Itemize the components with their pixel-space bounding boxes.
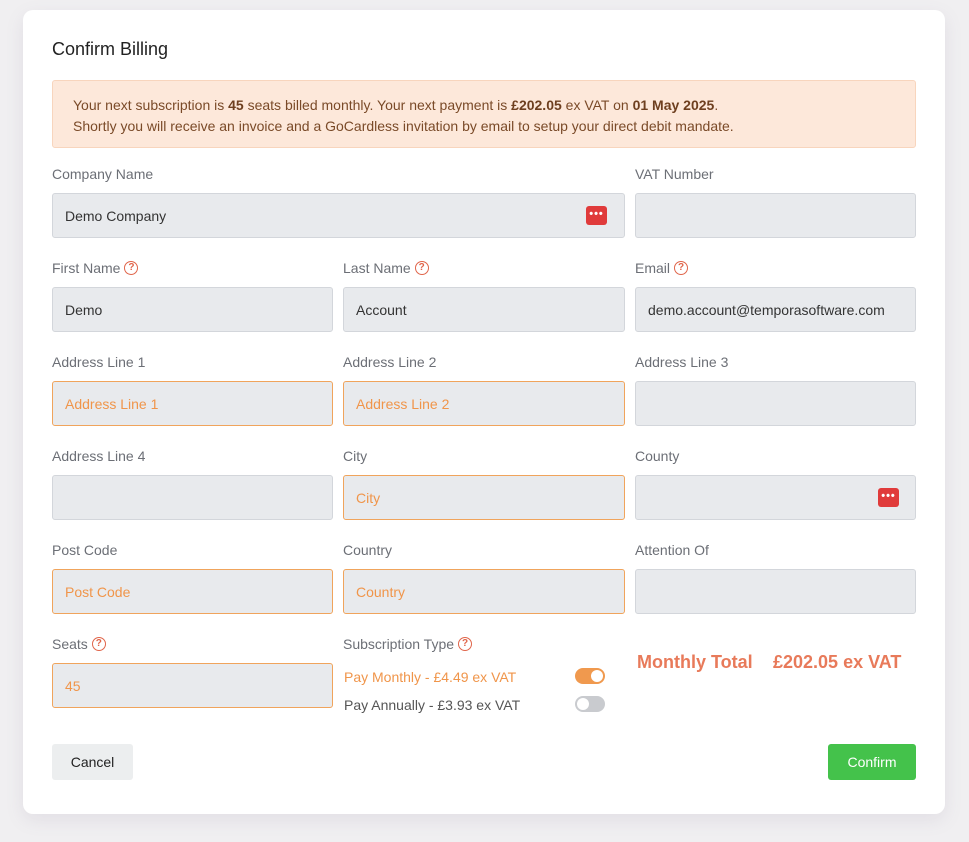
- confirm-button[interactable]: Confirm: [828, 744, 916, 780]
- question-circle-icon[interactable]: ?: [674, 261, 689, 275]
- pay-monthly-label: Pay Monthly - £4.49 ex VAT: [344, 669, 517, 685]
- pay-annually-label: Pay Annually - £3.93 ex VAT: [344, 697, 521, 713]
- post-code-input[interactable]: [52, 569, 333, 614]
- monthly-total-label: Monthly Total: [637, 652, 753, 672]
- notice-amount: £202.05: [511, 97, 562, 113]
- last-name-input[interactable]: [343, 287, 625, 332]
- vat-number-input[interactable]: [635, 193, 916, 238]
- company-name-input[interactable]: [52, 193, 625, 238]
- city-label: City: [343, 448, 368, 464]
- notice-line-1: Your next subscription is 45 seats bille…: [73, 97, 719, 113]
- pay-monthly-toggle[interactable]: [575, 668, 605, 684]
- email-label: Email?: [635, 260, 689, 276]
- billing-notice: Your next subscription is 45 seats bille…: [52, 80, 916, 148]
- question-circle-icon[interactable]: ?: [124, 261, 139, 275]
- password-manager-icon[interactable]: •••: [878, 488, 899, 507]
- subscription-type-label: Subscription Type?: [343, 636, 473, 652]
- county-label: County: [635, 448, 680, 464]
- toggle-knob: [591, 670, 603, 682]
- email-input[interactable]: [635, 287, 916, 332]
- country-label: Country: [343, 542, 393, 558]
- cancel-button[interactable]: Cancel: [52, 744, 133, 780]
- city-input[interactable]: [343, 475, 625, 520]
- question-circle-icon[interactable]: ?: [414, 261, 429, 275]
- address-line-3-label: Address Line 3: [635, 354, 729, 370]
- address-line-4-label: Address Line 4: [52, 448, 146, 464]
- notice-date: 01 May 2025: [632, 97, 715, 113]
- last-name-label: Last Name?: [343, 260, 429, 276]
- attention-of-label: Attention Of: [635, 542, 709, 558]
- pay-annually-toggle[interactable]: [575, 696, 605, 712]
- first-name-input[interactable]: [52, 287, 333, 332]
- company-name-label: Company Name: [52, 166, 154, 182]
- post-code-label: Post Code: [52, 542, 118, 558]
- address-line-2-label: Address Line 2: [343, 354, 437, 370]
- address-line-1-label: Address Line 1: [52, 354, 146, 370]
- seats-input[interactable]: [52, 663, 333, 708]
- notice-seats: 45: [228, 97, 244, 113]
- address-line-4-input[interactable]: [52, 475, 333, 520]
- notice-line-2: Shortly you will receive an invoice and …: [73, 118, 734, 134]
- attention-of-input[interactable]: [635, 569, 916, 614]
- dialog-title: Confirm Billing: [52, 39, 169, 59]
- vat-number-label: VAT Number: [635, 166, 714, 182]
- password-manager-icon[interactable]: •••: [586, 206, 607, 225]
- first-name-label: First Name?: [52, 260, 139, 276]
- county-input[interactable]: [635, 475, 916, 520]
- address-line-3-input[interactable]: [635, 381, 916, 426]
- billing-dialog: Confirm Billing Your next subscription i…: [23, 10, 945, 814]
- address-line-1-input[interactable]: [52, 381, 333, 426]
- monthly-total-value: £202.05 ex VAT: [773, 652, 902, 672]
- country-input[interactable]: [343, 569, 625, 614]
- seats-label: Seats?: [52, 636, 106, 652]
- question-circle-icon[interactable]: ?: [458, 637, 473, 651]
- toggle-knob: [577, 698, 589, 710]
- address-line-2-input[interactable]: [343, 381, 625, 426]
- question-circle-icon[interactable]: ?: [91, 637, 106, 651]
